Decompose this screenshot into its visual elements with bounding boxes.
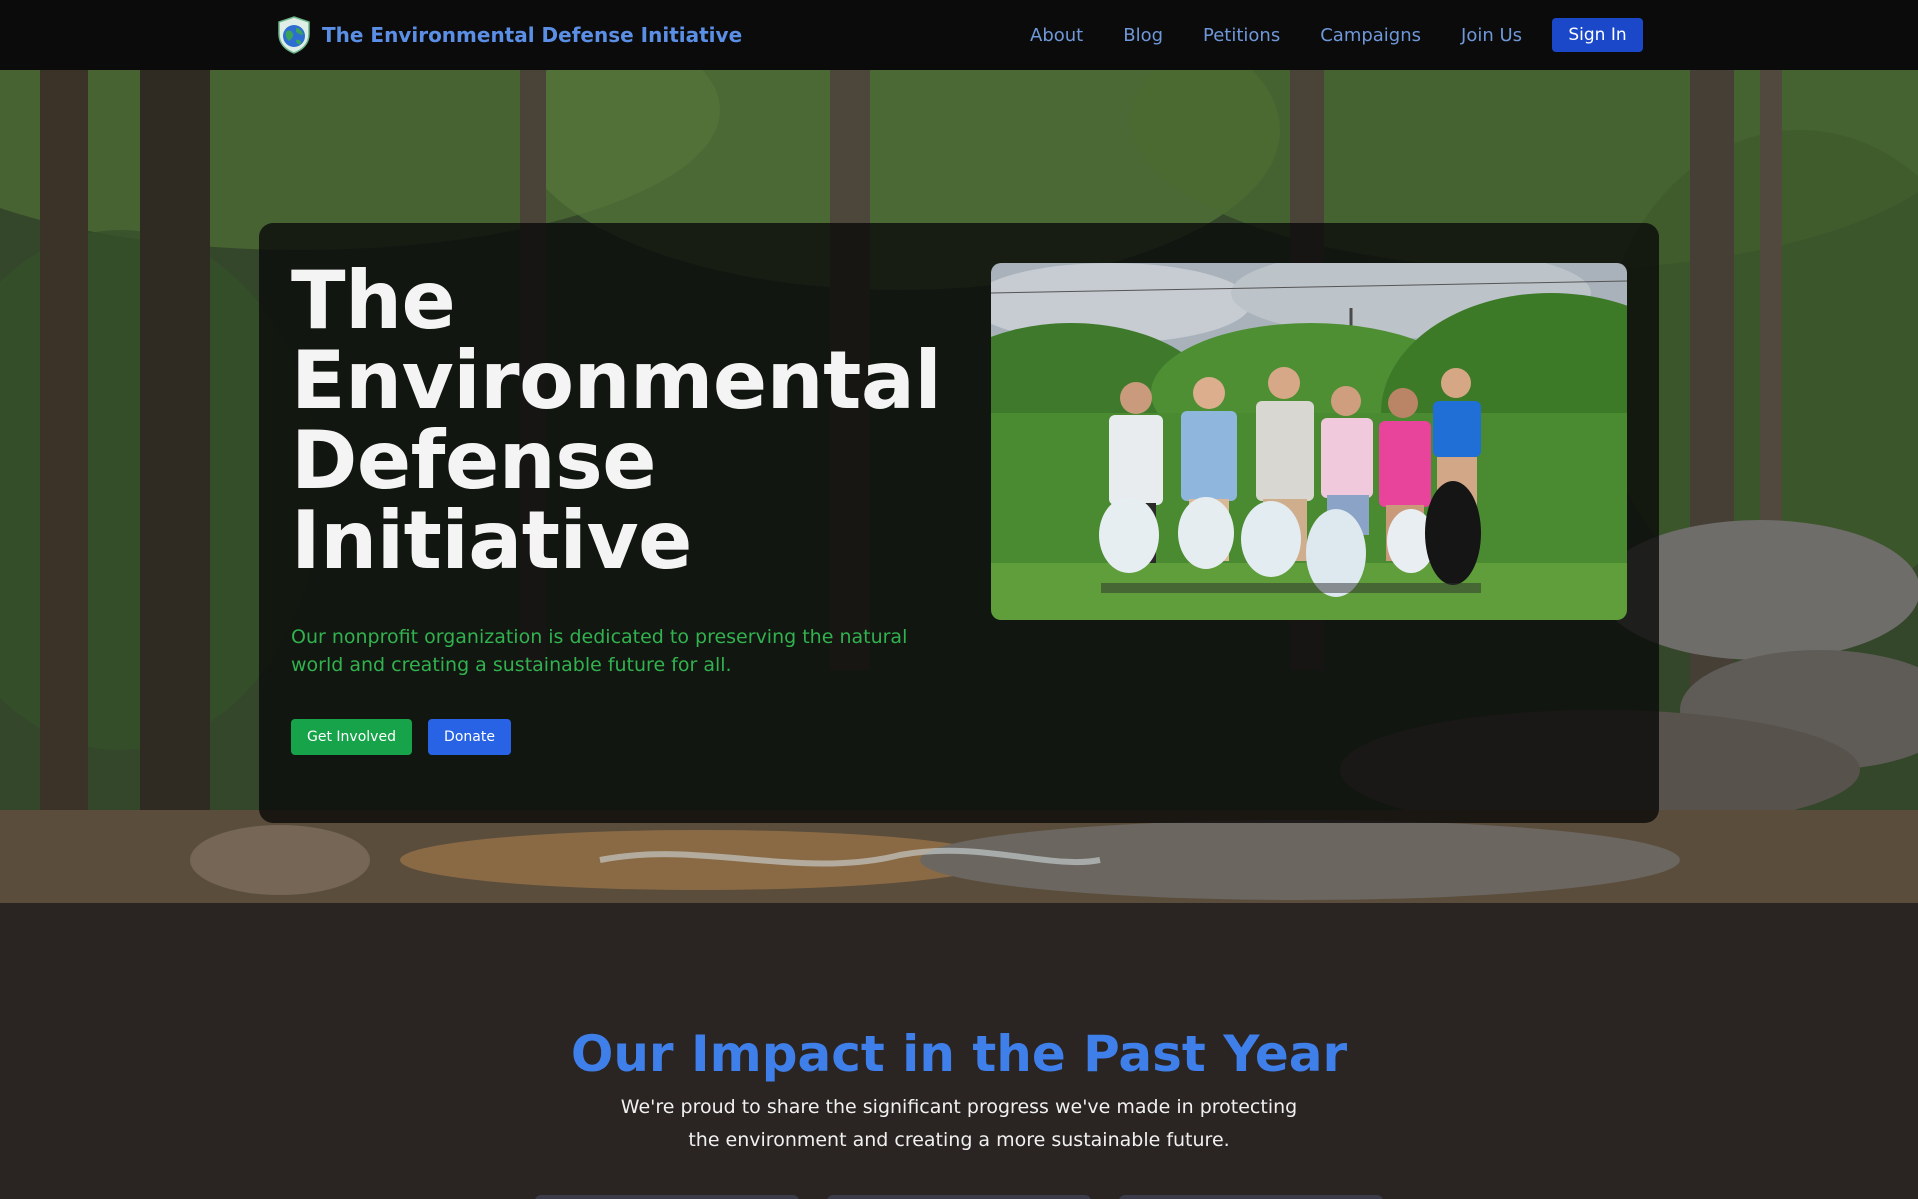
hero-title: The Environmental Defense Initiative — [291, 254, 942, 587]
hero-section: The Environmental Defense Initiative Our… — [0, 70, 1918, 903]
impact-stat-card — [827, 1195, 1091, 1199]
nav-link-about[interactable]: About — [1030, 25, 1083, 46]
shield-globe-icon — [278, 16, 310, 54]
impact-title: Our Impact in the Past Year — [570, 1025, 1348, 1083]
nav-link-campaigns[interactable]: Campaigns — [1320, 25, 1421, 46]
impact-stat-card — [535, 1195, 799, 1199]
nav-link-join-us[interactable]: Join Us — [1461, 25, 1522, 46]
nav-link-blog[interactable]: Blog — [1123, 25, 1163, 46]
hero-subtitle: Our nonprofit organization is dedicated … — [291, 626, 908, 676]
brand-link[interactable]: The Environmental Defense Initiative — [276, 15, 742, 55]
main-nav: About Blog Petitions Campaigns Join Us — [1010, 17, 1542, 53]
impact-section: Our Impact in the Past Year We're proud … — [0, 903, 1918, 1199]
volunteers-photo — [991, 263, 1627, 620]
impact-subtitle: We're proud to share the significant pro… — [620, 1096, 1298, 1151]
donate-button[interactable]: Donate — [428, 719, 511, 755]
navbar: The Environmental Defense Initiative Abo… — [0, 0, 1918, 70]
sign-in-button[interactable]: Sign In — [1552, 18, 1643, 52]
nav-link-petitions[interactable]: Petitions — [1203, 25, 1280, 46]
brand-name: The Environmental Defense Initiative — [322, 23, 743, 47]
get-involved-button[interactable]: Get Involved — [291, 719, 412, 755]
hero-card: The Environmental Defense Initiative Our… — [259, 223, 1659, 823]
impact-stat-card — [1119, 1195, 1383, 1199]
